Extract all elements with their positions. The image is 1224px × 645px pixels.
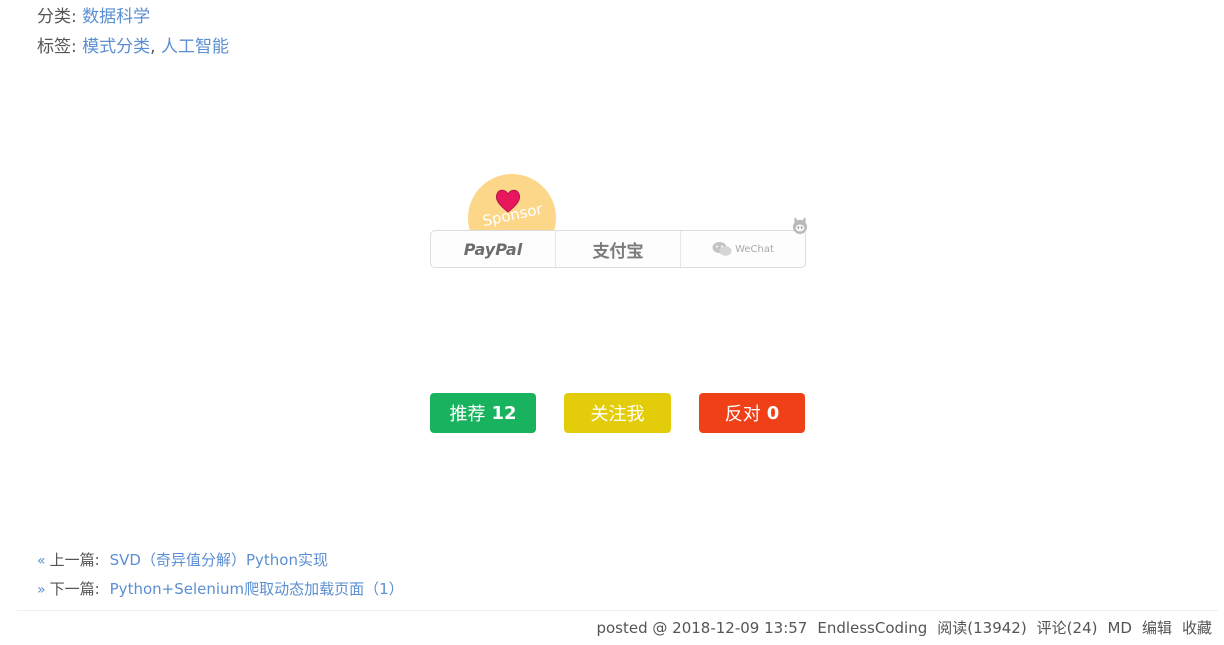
markdown-link[interactable]: MD — [1107, 616, 1132, 640]
sponsor-widget: Sponsor PayPal 支付宝 WeChat — [430, 170, 815, 270]
next-post-line: » 下一篇: Python+Selenium爬取动态加载页面（1） — [37, 578, 404, 601]
oppose-button[interactable]: 反对 0 — [699, 393, 805, 433]
read-count: 阅读(13942) — [937, 619, 1027, 637]
edit-link[interactable]: 编辑 — [1142, 616, 1172, 640]
github-octocat-icon[interactable] — [790, 216, 810, 236]
alipay-logo: 支付宝 — [592, 241, 644, 262]
paypal-button[interactable]: PayPal — [431, 231, 556, 267]
favorite-link[interactable]: 收藏 — [1182, 616, 1212, 640]
prev-post-link[interactable]: SVD（奇异值分解）Python实现 — [110, 551, 328, 569]
next-post-link[interactable]: Python+Selenium爬取动态加载页面（1） — [110, 580, 404, 598]
tag-separator: , — [150, 37, 156, 57]
prev-arrow-icon: « — [37, 553, 46, 569]
payment-options-bar: PayPal 支付宝 WeChat — [430, 230, 806, 268]
paypal-logo: PayPal — [463, 239, 523, 259]
follow-button[interactable]: 关注我 — [564, 393, 671, 433]
oppose-label: 反对 — [724, 404, 761, 425]
next-post-label: 下一篇: — [49, 580, 100, 598]
wechat-label: WeChat — [735, 243, 774, 255]
recommend-button[interactable]: 推荐 12 — [430, 393, 536, 433]
prev-post-line: «上一篇: SVD（奇异值分解）Python实现 — [37, 549, 328, 572]
wechat-icon — [712, 242, 732, 256]
prev-post-label: 上一篇: — [49, 551, 100, 569]
follow-label: 关注我 — [590, 404, 645, 425]
tag-link-pattern-classification[interactable]: 模式分类 — [82, 37, 150, 57]
posted-date: posted @ 2018-12-09 13:57 — [596, 619, 808, 637]
oppose-count: 0 — [766, 402, 780, 424]
author-link[interactable]: EndlessCoding — [817, 616, 927, 640]
wechat-pay-button[interactable]: WeChat — [681, 231, 805, 267]
tag-label: 标签: — [37, 37, 77, 57]
recommend-label: 推荐 — [449, 404, 486, 425]
category-label: 分类: — [37, 7, 77, 27]
comments-link[interactable]: 评论(24) — [1037, 616, 1098, 640]
category-link[interactable]: 数据科学 — [82, 7, 150, 27]
recommend-count: 12 — [491, 402, 517, 424]
category-line: 分类: 数据科学 — [37, 5, 150, 29]
next-arrow-icon: » — [37, 582, 46, 598]
wechat-logo: WeChat — [712, 241, 774, 257]
alipay-button[interactable]: 支付宝 — [556, 231, 681, 267]
post-footer: posted @ 2018-12-09 13:57 EndlessCoding … — [596, 616, 1212, 640]
tag-link-ai[interactable]: 人工智能 — [161, 37, 229, 57]
tags-line: 标签: 模式分类, 人工智能 — [37, 35, 229, 59]
footer-divider — [17, 610, 1218, 611]
